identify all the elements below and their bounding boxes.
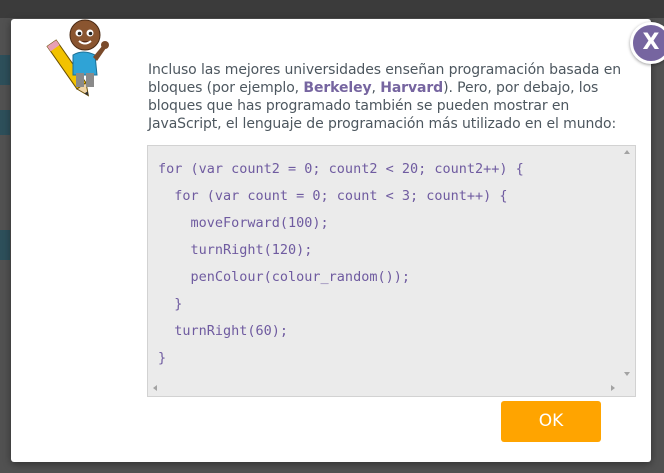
ok-button[interactable]: OK: [501, 401, 601, 442]
scroll-right-icon[interactable]: [611, 385, 615, 391]
code-viewer[interactable]: for (var count2 = 0; count2 < 20; count2…: [147, 145, 636, 397]
intro-text: Incluso las mejores universidades enseña…: [148, 61, 628, 133]
berkeley-link[interactable]: Berkeley: [303, 80, 371, 96]
scroll-up-icon[interactable]: [624, 150, 630, 154]
scroll-down-icon[interactable]: [624, 372, 630, 376]
background-panel-strip: [0, 55, 10, 85]
close-button[interactable]: X: [630, 22, 664, 64]
pencil-character-icon: [46, 19, 109, 97]
intro-text-separator: ,: [371, 80, 381, 96]
code-line: penColour(colour_random());: [158, 269, 410, 285]
code-line: turnRight(120);: [158, 242, 313, 258]
code-line: moveForward(100);: [158, 215, 329, 231]
code-dialog: X Incluso las mejores universidades ense…: [11, 19, 664, 462]
code-line: turnRight(60);: [158, 323, 289, 339]
background-panel-strip: [0, 110, 10, 135]
code-line: }: [158, 296, 183, 312]
harvard-link[interactable]: Harvard: [380, 80, 443, 96]
code-line: for (var count2 = 0; count2 < 20; count2…: [158, 161, 524, 177]
scroll-left-icon[interactable]: [153, 385, 157, 391]
code-line: for (var count = 0; count < 3; count++) …: [158, 188, 508, 204]
code-lines: for (var count2 = 0; count2 < 20; count2…: [158, 156, 524, 372]
close-icon: X: [642, 30, 660, 55]
code-line: }: [158, 350, 167, 366]
background-panel-strip: [0, 230, 10, 260]
